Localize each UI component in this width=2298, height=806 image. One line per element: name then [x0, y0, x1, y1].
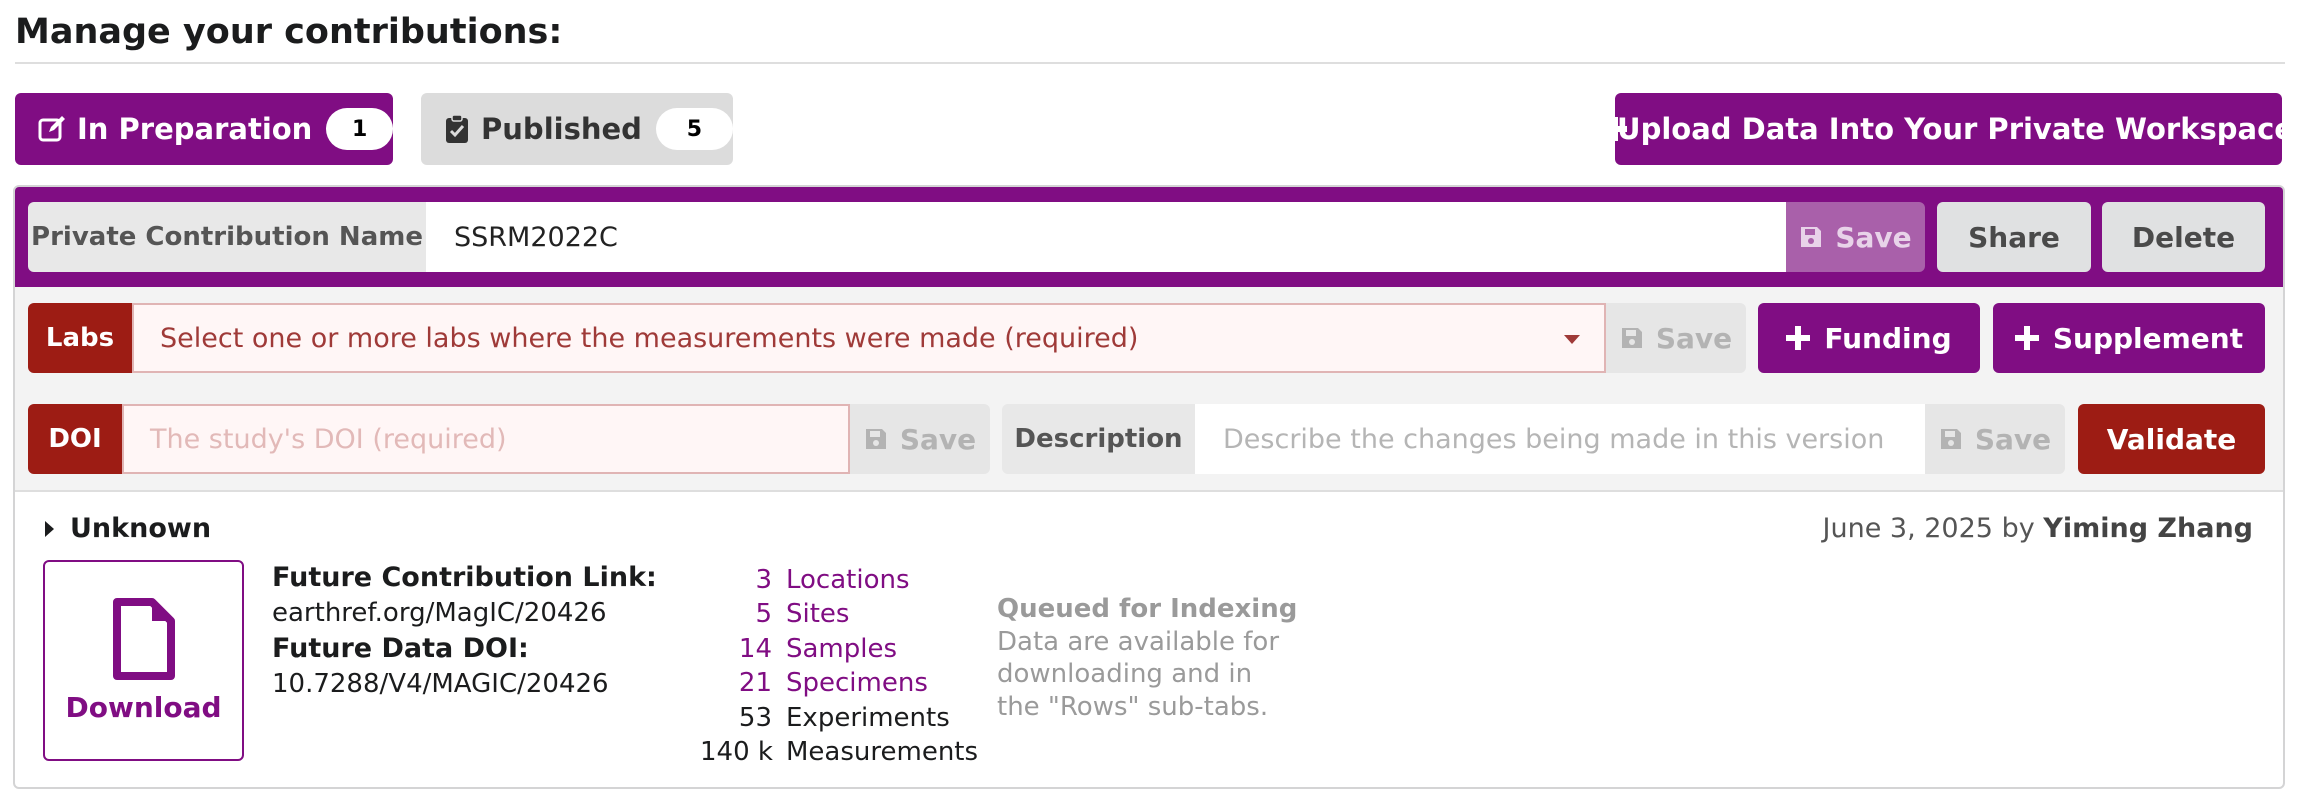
- edit-icon: [37, 113, 67, 145]
- save-icon: [1940, 429, 1961, 449]
- download-label: Download: [65, 691, 222, 724]
- labs-placeholder: Select one or more labs where the measur…: [160, 322, 1139, 354]
- status-line: the "Rows" sub-tabs.: [997, 691, 1269, 722]
- contribution-date: June 3, 2025: [1822, 513, 1993, 544]
- upload-button-label: Upload Data Into Your Private Workspace: [1617, 112, 2294, 146]
- section-toggle[interactable]: Unknown: [45, 513, 211, 544]
- count-number: 3: [755, 565, 772, 595]
- save-labs-button[interactable]: Save: [1606, 303, 1746, 373]
- contribution-name-input[interactable]: SSRM2022C: [426, 202, 1786, 272]
- validate-button[interactable]: Validate: [2078, 404, 2265, 474]
- count-row-experiments: 53 Experiments: [700, 701, 978, 735]
- count-row-measurements: 140 k Measurements: [700, 735, 978, 769]
- data-counts: 3 Locations 5 Sites 14 Samples 21 Specim…: [700, 563, 978, 769]
- title-divider: [15, 62, 2285, 64]
- count-label: Specimens: [786, 668, 928, 699]
- labs-select[interactable]: Select one or more labs where the measur…: [132, 303, 1606, 373]
- future-doi-label: Future Data DOI:: [272, 633, 529, 664]
- contribution-name-value: SSRM2022C: [454, 221, 618, 253]
- doi-label: DOI: [28, 404, 122, 474]
- future-link: earthref.org/MagIC/20426: [272, 598, 607, 628]
- doi-placeholder: The study's DOI (required): [150, 423, 507, 455]
- tab-in-preparation[interactable]: In Preparation 1: [15, 93, 393, 165]
- page-title: Manage your contributions:: [15, 12, 563, 52]
- count-number: 14: [738, 633, 772, 664]
- by-word: by: [2001, 513, 2035, 544]
- save-label: Save: [1835, 220, 1912, 254]
- count-label: Samples: [786, 633, 898, 664]
- count-row-specimens[interactable]: 21 Specimens: [700, 666, 978, 700]
- add-funding-button[interactable]: Funding: [1758, 303, 1980, 373]
- clipboard-check-icon: [443, 113, 471, 145]
- save-icon: [1801, 227, 1822, 247]
- future-links: Future Contribution Link: earthref.org/M…: [272, 560, 657, 702]
- save-icon: [865, 429, 886, 449]
- save-name-button[interactable]: Save: [1786, 202, 1925, 272]
- funding-label: Funding: [1824, 321, 1952, 355]
- labs-label: Labs: [28, 303, 132, 373]
- save-icon: [1621, 328, 1642, 348]
- count-label: Measurements: [786, 737, 979, 768]
- save-label: Save: [1974, 422, 2052, 456]
- count-label: Locations: [786, 565, 910, 595]
- count-number: 53: [738, 702, 772, 733]
- file-icon: [112, 598, 175, 680]
- count-number: 140 k: [700, 737, 773, 768]
- save-description-button[interactable]: Save: [1925, 404, 2065, 474]
- download-button[interactable]: Download: [43, 560, 244, 761]
- add-supplement-button[interactable]: Supplement: [1993, 303, 2265, 373]
- save-doi-button[interactable]: Save: [850, 404, 990, 474]
- description-label: Description: [1002, 404, 1195, 474]
- status-title: Queued for Indexing: [997, 594, 1298, 624]
- contribution-author: Yiming Zhang: [2043, 513, 2253, 544]
- count-badge: 1: [326, 108, 393, 150]
- description-placeholder: Describe the changes being made in this …: [1223, 423, 1885, 455]
- save-label: Save: [899, 422, 977, 456]
- contribution-meta: June 3, 2025 by Yiming Zhang: [1823, 513, 2253, 544]
- supplement-label: Supplement: [2052, 321, 2244, 355]
- count-row-sites[interactable]: 5 Sites: [700, 597, 978, 631]
- tab-published[interactable]: Published 5: [421, 93, 733, 165]
- upload-data-button[interactable]: Upload Data Into Your Private Workspace: [1603, 93, 2294, 165]
- doi-input[interactable]: The study's DOI (required): [122, 404, 850, 474]
- contribution-name-label: Private Contribution Name: [28, 202, 426, 272]
- section-label: Unknown: [70, 513, 212, 544]
- description-input[interactable]: Describe the changes being made in this …: [1195, 404, 1925, 474]
- count-row-locations[interactable]: 3 Locations: [700, 563, 978, 597]
- indexing-status: Queued for Indexing Data are available f…: [997, 593, 1297, 723]
- count-row-samples[interactable]: 14 Samples: [700, 632, 978, 666]
- delete-button[interactable]: Delete: [2102, 202, 2265, 272]
- caret-right-icon: [45, 520, 54, 537]
- count-badge: 5: [655, 108, 733, 150]
- status-line: downloading and in: [997, 659, 1253, 689]
- future-link-label: Future Contribution Link:: [272, 562, 657, 593]
- future-doi: 10.7288/V4/MAGIC/20426: [272, 669, 609, 699]
- page-root: Manage your contributions: In Preparatio…: [0, 0, 2298, 806]
- save-label: Save: [1655, 321, 1733, 355]
- plus-icon: [2014, 326, 2039, 350]
- count-label: Experiments: [786, 702, 950, 733]
- caret-down-icon: [1564, 335, 1580, 344]
- tab-label: Published: [481, 112, 642, 146]
- plus-icon: [1786, 326, 1811, 350]
- count-label: Sites: [786, 599, 850, 630]
- count-number: 5: [755, 599, 772, 630]
- tab-label: In Preparation: [77, 112, 313, 146]
- share-button[interactable]: Share: [1937, 202, 2091, 272]
- status-line: Data are available for: [997, 626, 1280, 657]
- count-number: 21: [738, 668, 772, 699]
